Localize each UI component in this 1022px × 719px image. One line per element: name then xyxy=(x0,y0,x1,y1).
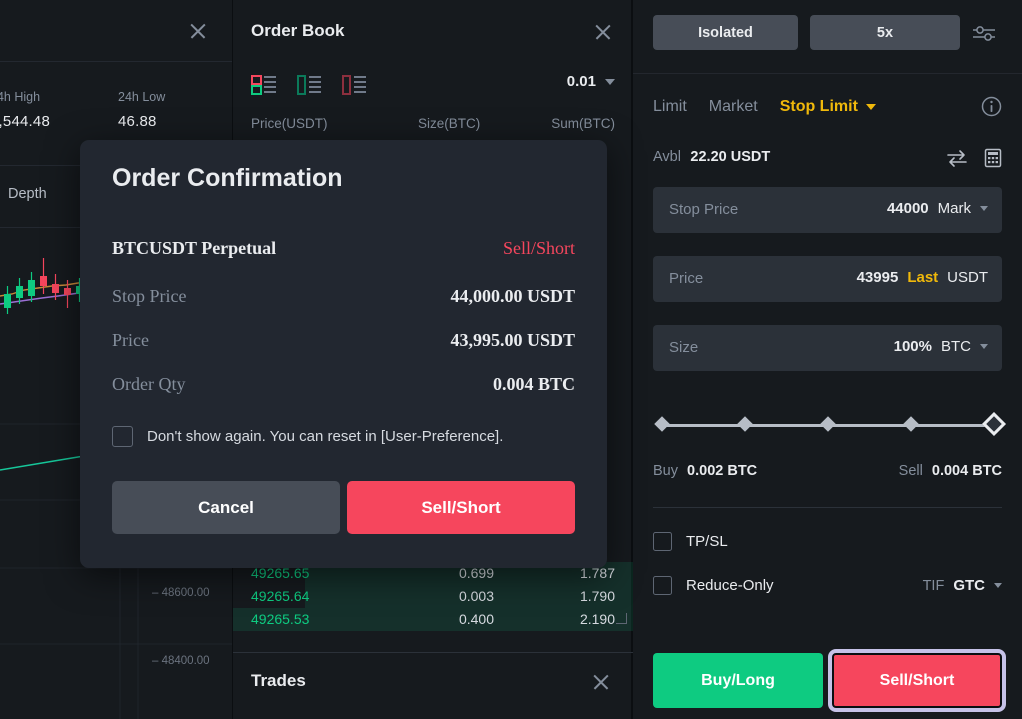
dialog-pair-row: BTCUSDT Perpetual Sell/Short xyxy=(112,238,575,260)
dont-show-again-row[interactable]: Don't show again. You can reset in [User… xyxy=(112,426,503,447)
trading-terminal: 24h High 9,544.48 24h Low 46.88 › Depth xyxy=(0,0,1022,719)
row-label: Stop Price xyxy=(112,286,187,306)
dont-show-again-checkbox[interactable] xyxy=(112,426,133,447)
dialog-price-row: Price 43,995.00 USDT xyxy=(112,330,575,352)
dont-show-again-label: Don't show again. You can reset in [User… xyxy=(147,428,504,445)
dialog-order-qty-row: Order Qty 0.004 BTC xyxy=(112,374,575,396)
confirm-sell-short-button[interactable]: Sell/Short xyxy=(347,481,575,534)
dialog-stop-price-row: Stop Price 44,000.00 USDT xyxy=(112,286,575,308)
order-side: Sell/Short xyxy=(502,238,575,258)
pair-label: BTCUSDT Perpetual xyxy=(112,238,277,258)
row-label: Price xyxy=(112,330,149,350)
dialog-buttons: Cancel Sell/Short xyxy=(112,481,575,534)
order-confirmation-dialog: Order Confirmation BTCUSDT Perpetual Sel… xyxy=(80,140,607,568)
row-value: 43,995.00 USDT xyxy=(450,330,575,350)
row-value: 0.004 BTC xyxy=(492,374,575,394)
cancel-button[interactable]: Cancel xyxy=(112,481,340,534)
dialog-title: Order Confirmation xyxy=(112,164,343,192)
row-label: Order Qty xyxy=(112,374,186,394)
modal-scrim: Order Confirmation BTCUSDT Perpetual Sel… xyxy=(0,0,1022,719)
row-value: 44,000.00 USDT xyxy=(450,286,575,306)
